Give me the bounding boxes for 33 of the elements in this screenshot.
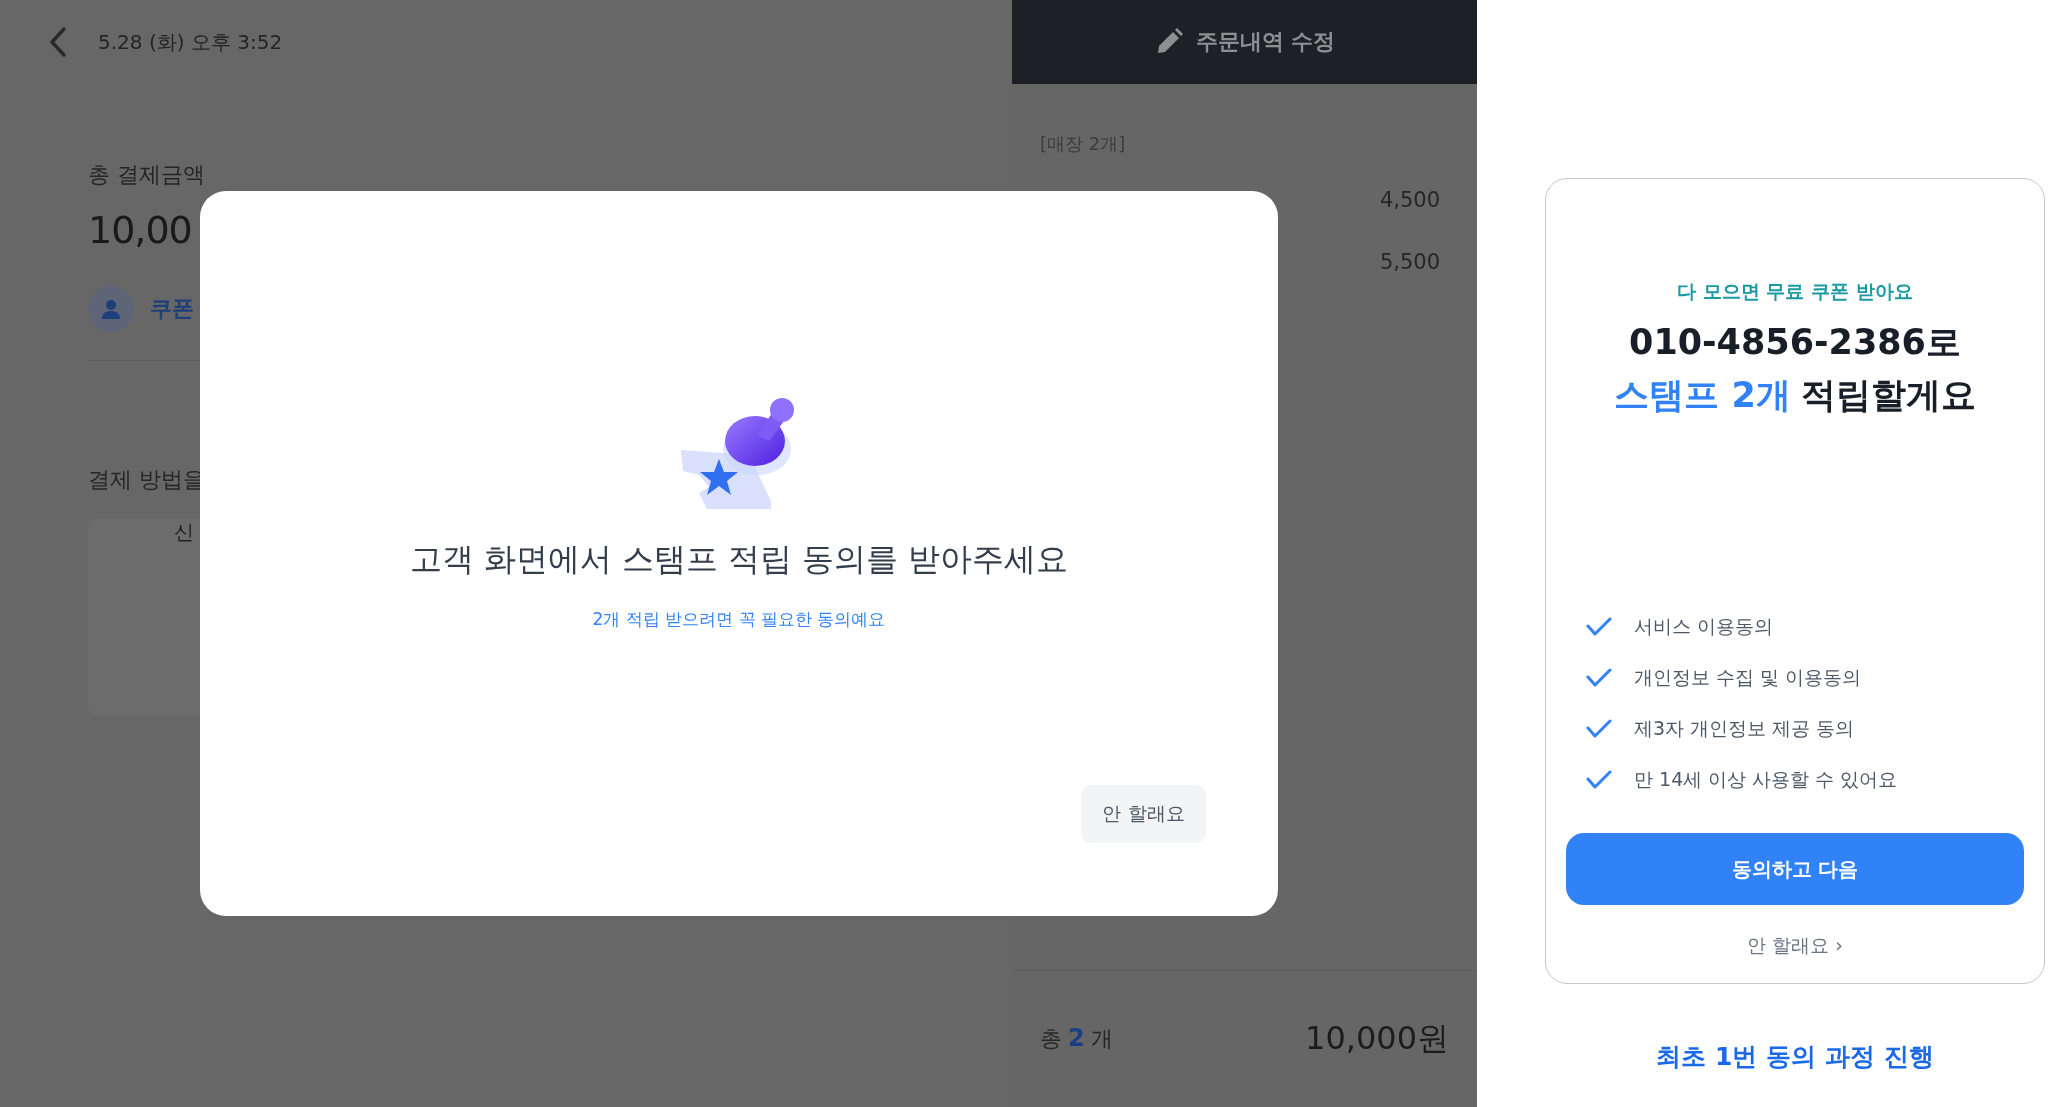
count-label: 총 (1040, 1025, 1062, 1053)
edit-order-button[interactable]: 주문내역 수정 (1012, 0, 1477, 84)
back-button[interactable] (48, 26, 68, 58)
dialog-subtitle: 2개 적립 받으려면 꼭 필요한 동의예요 (592, 608, 886, 631)
payment-method-label: 결제 방법을 (88, 466, 205, 494)
count-unit: 개 (1090, 1025, 1113, 1053)
date-time: 5.28 (화) 오후 3:52 (98, 28, 283, 56)
check-icon[interactable] (1586, 667, 1612, 688)
total-amount: 10,00 (88, 208, 192, 252)
total-label: 총 결제금액 (88, 161, 205, 189)
item-count: 2 (1068, 1024, 1085, 1052)
stamp-count-heading: 스탬프 2개 (1614, 374, 1791, 417)
agree-next-button[interactable]: 동의하고 다음 (1566, 833, 2024, 905)
heading-text: 적립할게요 (1800, 374, 1976, 417)
dialog-title: 고객 화면에서 스탬프 적립 동의를 받아주세요 (409, 539, 1069, 580)
caption-text: 최초 1번 동의 과정 진행 (1655, 1041, 1935, 1073)
decline-link[interactable]: 안 할래요 › (1747, 933, 1843, 959)
agreement-label: 개인정보 수집 및 이용동의 (1634, 664, 1862, 690)
agreement-label: 만 14세 이상 사용할 수 있어요 (1634, 766, 1898, 792)
agreement-label: 서비스 이용동의 (1634, 613, 1774, 639)
item-price: 5,500 (1379, 250, 1440, 274)
payment-option-card[interactable]: 신 (88, 519, 200, 715)
decline-button[interactable]: 안 할래요 (1081, 785, 1206, 843)
check-icon[interactable] (1586, 616, 1612, 637)
phone-number-heading: 010-4856-2386로 (1629, 321, 1961, 364)
edit-order-label: 주문내역 수정 (1195, 28, 1336, 56)
check-icon[interactable] (1586, 718, 1612, 739)
promo-text: 다 모으면 무료 쿠폰 받아요 (1677, 279, 1913, 304)
check-icon[interactable] (1586, 769, 1612, 790)
item-price: 4,500 (1379, 188, 1440, 212)
order-total: 10,000원 (1305, 1018, 1449, 1059)
agreement-label: 제3자 개인정보 제공 동의 (1634, 715, 1855, 741)
avatar-icon (88, 286, 134, 332)
